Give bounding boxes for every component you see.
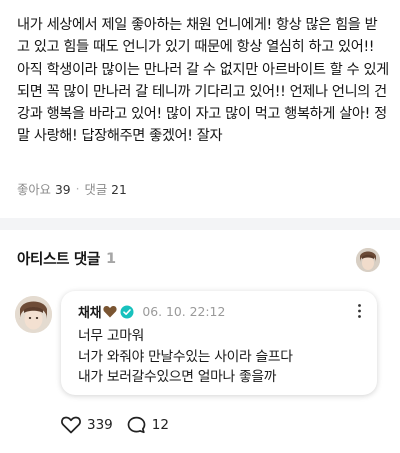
artist-avatar-small[interactable] bbox=[356, 248, 380, 272]
likes-label: 좋아요 bbox=[17, 183, 51, 197]
post-comments[interactable]: 댓글 21 bbox=[85, 180, 127, 198]
comment-timestamp: 06. 10. 22:12 bbox=[142, 304, 226, 319]
heart-icon bbox=[61, 416, 81, 434]
artist-comments-header: 아티스트 댓글 1 bbox=[17, 248, 116, 269]
post-body-text: 내가 세상에서 제일 좋아하는 채원 언니에게! 항상 많은 힘을 받고 있고 … bbox=[17, 17, 389, 145]
artist-comments-title: 아티스트 댓글 bbox=[17, 252, 100, 268]
comments-count: 21 bbox=[111, 183, 127, 197]
comment-text: 너무 고마워 너가 와줘야 만날수있는 사이라 슬프다 내가 보러갈수있으면 얼… bbox=[78, 328, 293, 385]
likes-count: 39 bbox=[54, 183, 71, 197]
artist-comments-count: 1 bbox=[106, 250, 116, 267]
comments-label: 댓글 bbox=[84, 183, 108, 197]
post-meta: 좋아요 39 · 댓글 21 bbox=[17, 180, 127, 198]
comment-header: 채채 06. 10. 22:12 bbox=[78, 302, 225, 321]
like-count: 339 bbox=[87, 417, 113, 433]
artist-comment-bubble: 채채 06. 10. 22:12 너무 고마워 너가 와줘야 만날수있는 사이라… bbox=[61, 291, 377, 395]
section-divider bbox=[0, 218, 400, 230]
reply-count: 12 bbox=[151, 417, 169, 433]
meta-separator: · bbox=[75, 182, 80, 196]
post-likes[interactable]: 좋아요 39 bbox=[17, 180, 71, 198]
verified-badge-icon bbox=[120, 305, 134, 318]
reply-bubble-icon bbox=[127, 416, 146, 434]
more-vertical-icon[interactable] bbox=[358, 304, 361, 318]
comment-author[interactable]: 채채 bbox=[78, 302, 102, 321]
like-button[interactable]: 339 bbox=[61, 416, 113, 434]
reply-button[interactable]: 12 bbox=[127, 416, 169, 434]
commenter-avatar[interactable] bbox=[15, 296, 52, 333]
comment-actions: 339 12 bbox=[61, 416, 169, 434]
brown-heart-emoji bbox=[103, 305, 117, 318]
